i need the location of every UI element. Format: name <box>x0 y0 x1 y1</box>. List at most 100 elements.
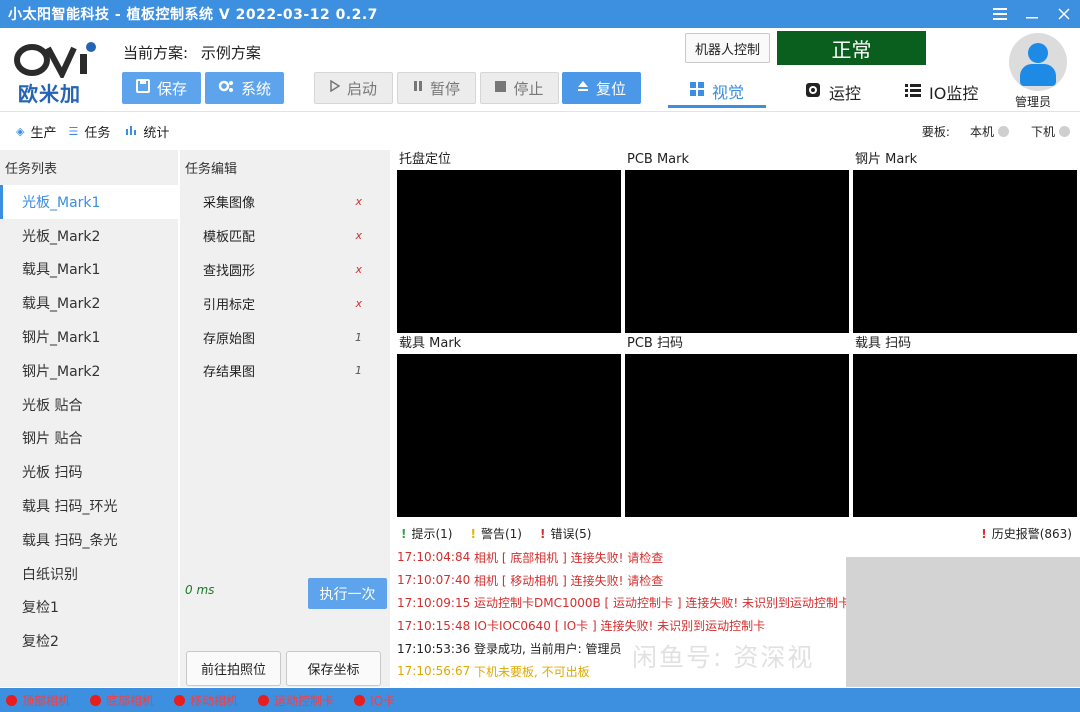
task-list-item[interactable]: 载具 扫码_环光 <box>0 489 178 523</box>
user-icon <box>1028 43 1048 63</box>
system-button[interactable]: 系统 <box>205 72 284 104</box>
tab-vision[interactable]: 视觉 <box>668 76 767 108</box>
task-list-item[interactable]: 白纸识别 <box>0 557 178 591</box>
close-icon[interactable] <box>1048 0 1080 28</box>
task-list-item[interactable]: 载具 扫码_条光 <box>0 523 178 557</box>
stop-icon <box>495 80 507 96</box>
warning-icon: ! <box>470 526 476 541</box>
task-step-label: 采集图像 <box>203 196 256 212</box>
camera-icon <box>805 82 821 102</box>
pause-label: 暂停 <box>429 79 460 98</box>
log-text: 下机未要板, 不可出板 <box>474 664 590 679</box>
task-step-item[interactable]: 查找圆形 x <box>180 253 390 287</box>
task-list-item[interactable]: 载具_Mark1 <box>0 253 178 287</box>
log-text: 相机 [ 移动相机 ] 连接失败! 请检查 <box>474 573 664 588</box>
camera-view[interactable]: 托盘定位 <box>395 150 621 334</box>
task-list-item[interactable]: 光板_Mark2 <box>0 219 178 253</box>
task-list-item[interactable]: 复检1 <box>0 591 178 625</box>
camera-view-title: PCB Mark <box>623 150 849 170</box>
task-list-item[interactable]: 光板 扫码 <box>0 455 178 489</box>
task-step-item[interactable]: 模板匹配 x <box>180 219 390 253</box>
camera-view[interactable]: 载具 Mark <box>395 334 621 518</box>
sub-item-production[interactable]: ◈ 生产 <box>16 122 56 141</box>
layers-icon: ◈ <box>16 124 25 138</box>
menu-icon[interactable] <box>984 0 1016 28</box>
log-time: 17:10:15:48 <box>397 618 471 633</box>
pause-icon <box>413 80 423 96</box>
tab-motion[interactable]: 运控 <box>805 76 861 108</box>
save-icon <box>135 79 150 97</box>
task-step-item[interactable]: 引用标定 x <box>180 286 390 320</box>
camera-screen <box>853 170 1077 333</box>
save-label: 保存 <box>156 79 187 98</box>
task-list-item[interactable]: 载具_Mark2 <box>0 286 178 320</box>
goto-photo-position-button[interactable]: 前往拍照位 <box>186 651 281 686</box>
save-button[interactable]: 保存 <box>122 72 201 104</box>
down-label: 下机 <box>1030 124 1055 139</box>
task-step-item[interactable]: 存结果图 1 <box>180 354 390 388</box>
step-fail-icon: x <box>355 262 362 276</box>
status-bar: 顶部相机 底部相机 移动相机 运动控制卡 IO卡 <box>0 688 1080 712</box>
log-time: 17:10:56:67 <box>397 664 471 679</box>
avatar[interactable] <box>1009 33 1067 91</box>
tab-io[interactable]: IO监控 <box>905 76 978 108</box>
current-plan: 当前方案: 示例方案 <box>123 42 269 63</box>
task-step-label: 模板匹配 <box>203 230 256 246</box>
log-tab-error[interactable]: ! 错误(5) <box>540 525 591 542</box>
stop-button[interactable]: 停止 <box>480 72 559 104</box>
log-tab-warn[interactable]: ! 警告(1) <box>470 525 521 542</box>
camera-view[interactable]: 载具 扫码 <box>851 334 1077 518</box>
pause-button[interactable]: 暂停 <box>397 72 476 104</box>
logo-text: 欧米加 <box>18 82 81 106</box>
camera-view[interactable]: PCB 扫码 <box>623 334 849 518</box>
camera-view-title: 托盘定位 <box>395 150 621 170</box>
reset-button[interactable]: 复位 <box>562 72 641 104</box>
tab-io-label: IO监控 <box>929 84 979 103</box>
status-indicator: 正常 <box>777 31 926 65</box>
start-button[interactable]: 启动 <box>314 72 393 104</box>
camera-view-title: 钢片 Mark <box>851 150 1077 170</box>
board-label: 要板: <box>921 124 950 139</box>
camera-view[interactable]: PCB Mark <box>623 150 849 334</box>
camera-view[interactable]: 钢片 Mark <box>851 150 1077 334</box>
step-fail-icon: x <box>355 229 362 243</box>
start-label: 启动 <box>346 79 377 98</box>
device-status: IO卡 <box>354 692 395 709</box>
log-tab-history[interactable]: ! 历史报警(863) <box>981 525 1072 542</box>
system-label: 系统 <box>240 79 271 98</box>
task-editor-panel: 任务编辑 采集图像 x 模板匹配 x 查找圆形 x 引用标定 x 存原始图 1 存结果图 1 0 ms… <box>180 150 390 687</box>
play-icon <box>330 79 341 96</box>
task-step-item[interactable]: 存原始图 1 <box>180 320 390 354</box>
down-indicator <box>1059 125 1070 137</box>
save-coordinates-button[interactable]: 保存坐标 <box>286 651 381 686</box>
camera-screen <box>397 354 621 517</box>
log-time: 17:10:07:40 <box>397 573 471 588</box>
task-list-item[interactable]: 复检2 <box>0 624 178 658</box>
robot-control-button[interactable]: 机器人控制 <box>685 33 770 63</box>
local-label: 本机 <box>969 124 994 139</box>
execute-once-button[interactable]: 执行一次 <box>308 578 387 609</box>
list-icon: ☰ <box>68 124 79 138</box>
sub-item-task[interactable]: ☰ 任务 <box>68 122 110 141</box>
task-list-item[interactable]: 钢片 贴合 <box>0 422 178 456</box>
overlay-block <box>846 557 1080 687</box>
windows-icon <box>690 81 704 100</box>
task-step-item[interactable]: 采集图像 x <box>180 185 390 219</box>
sub-item-stats[interactable]: 统计 <box>126 122 169 141</box>
task-list-item[interactable]: 光板 贴合 <box>0 388 178 422</box>
elapsed-time: 0 ms <box>185 583 215 597</box>
stop-label: 停止 <box>513 79 544 98</box>
plan-label: 当前方案: <box>123 44 189 62</box>
log-text: IO卡IOC0640 [ IO卡 ] 连接失败! 未识别到运动控制卡 <box>474 619 766 634</box>
task-list-item[interactable]: 钢片_Mark2 <box>0 354 178 388</box>
window-title: 小太阳智能科技 - 植板控制系统 V 2022-03-12 0.2.7 <box>8 7 378 23</box>
task-list-item[interactable]: 光板_Mark1 <box>0 185 178 219</box>
log-time: 17:10:09:15 <box>397 595 471 610</box>
sub-toolbar: ◈ 生产 ☰ 任务 统计 要板: 本机 下机 <box>0 112 1080 150</box>
camera-screen <box>625 170 849 333</box>
title-bar: 小太阳智能科技 - 植板控制系统 V 2022-03-12 0.2.7 <box>0 0 1080 28</box>
task-list-item[interactable]: 钢片_Mark1 <box>0 320 178 354</box>
minimize-icon[interactable] <box>1016 0 1048 28</box>
task-step-label: 存结果图 <box>203 365 256 381</box>
log-tab-info[interactable]: ! 提示(1) <box>401 525 452 542</box>
